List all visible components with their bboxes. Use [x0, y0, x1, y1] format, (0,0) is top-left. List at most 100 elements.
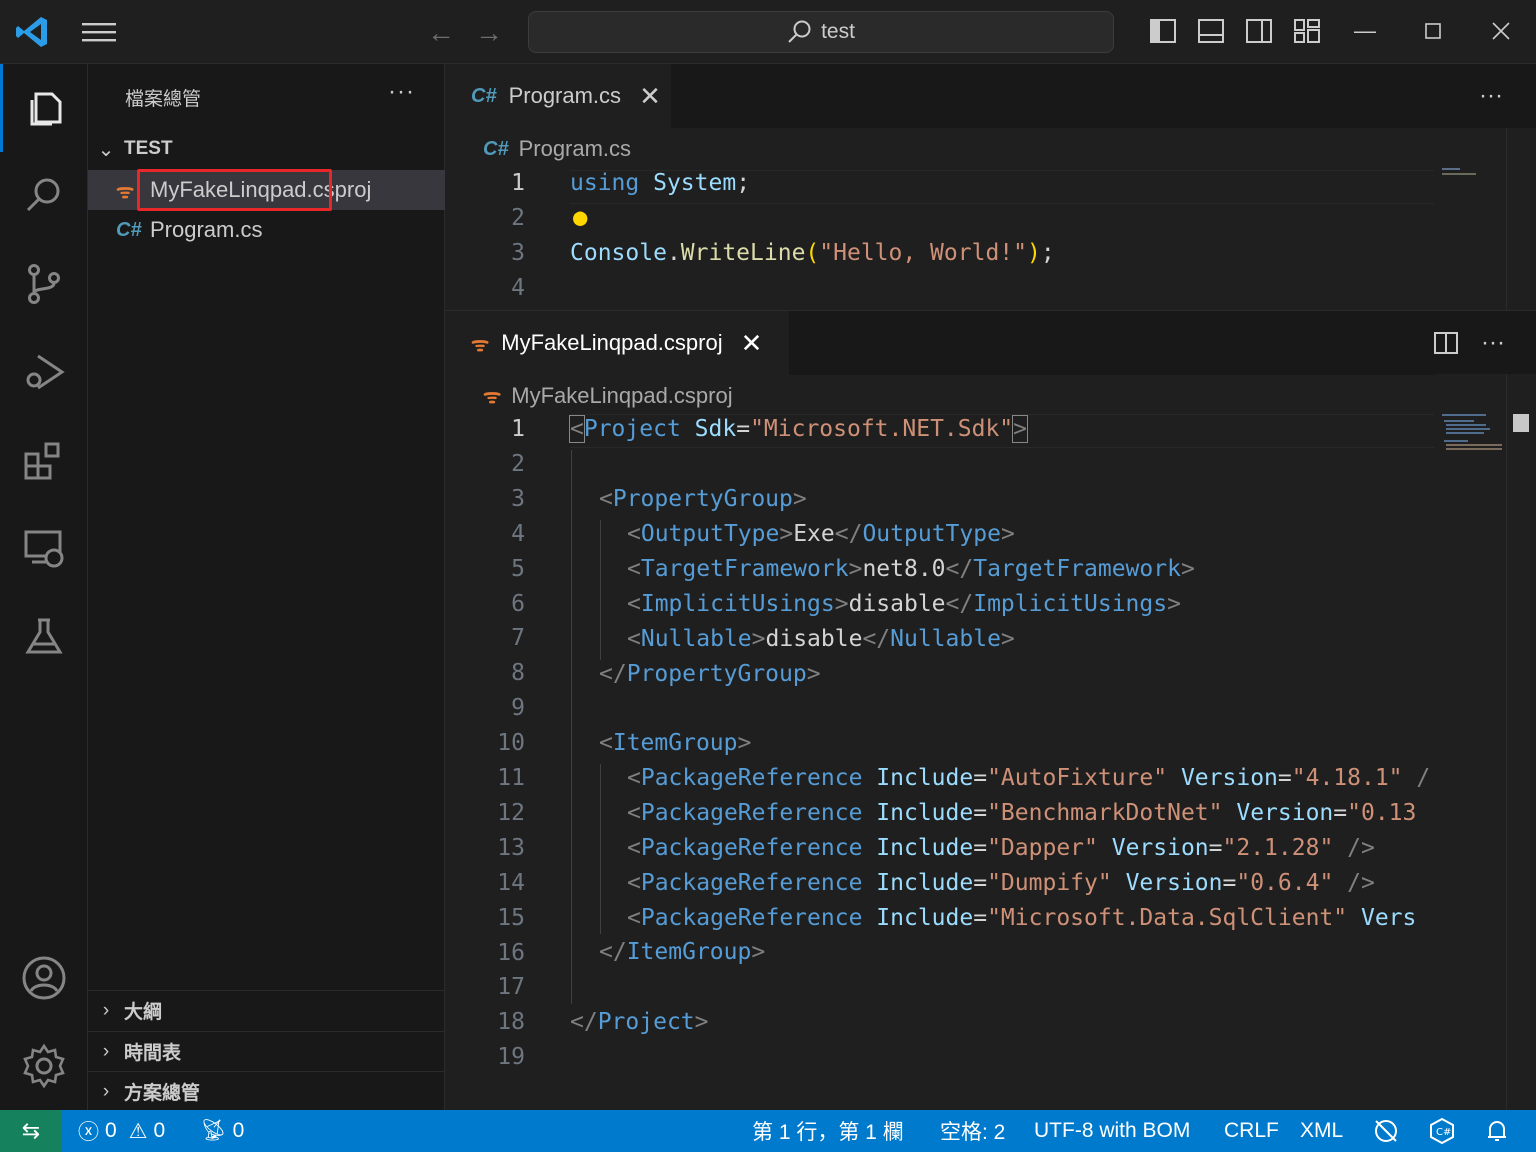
code-line: <PackageReference Include="Dapper" Versi…: [627, 835, 1375, 861]
solution-explorer-section[interactable]: › 方案總管: [88, 1071, 445, 1111]
tree-item-csproj[interactable]: ᯤ MyFakeLinqpad.csproj: [88, 170, 445, 210]
code-line: <TargetFramework>net8.0</TargetFramework…: [627, 556, 1195, 582]
minimize-icon[interactable]: —: [1350, 16, 1380, 46]
close-icon[interactable]: [1486, 16, 1516, 46]
remote-explorer-icon[interactable]: [0, 504, 88, 592]
code-line: <Nullable>disable</Nullable>: [627, 626, 1015, 652]
code-line: <Project Sdk="Microsoft.NET.Sdk">: [569, 415, 1029, 443]
close-icon[interactable]: ✕: [741, 328, 763, 359]
folder-section-test[interactable]: ⌄ TEST: [88, 129, 445, 169]
remote-indicator-icon[interactable]: ⇆: [0, 1110, 62, 1152]
csharp-icon: C#: [471, 84, 497, 107]
line-number: 3: [511, 240, 525, 266]
ports-indicator[interactable]: 📡︎ 0: [200, 1110, 244, 1152]
maximize-icon[interactable]: [1418, 16, 1448, 46]
more-actions-icon[interactable]: ···: [1479, 82, 1503, 110]
code-editor-top[interactable]: 1 2 3 4 using System; ● Console.WriteLin…: [445, 168, 1435, 308]
tab-program-cs[interactable]: C# Program.cs ✕: [445, 64, 671, 128]
status-bar: ⇆ ⓧ 0 ⚠ 0 📡︎ 0 第 1 行，第 1 欄 空格: 2 UTF-8 w…: [0, 1110, 1536, 1152]
encoding[interactable]: UTF-8 with BOM: [1034, 1110, 1190, 1152]
line-number: 13: [497, 834, 525, 861]
end-of-line[interactable]: CRLF: [1224, 1110, 1279, 1152]
activity-bar: [0, 64, 88, 1110]
csharp-icon: C#: [116, 218, 142, 241]
more-actions-icon[interactable]: ···: [1481, 329, 1505, 357]
line-number: 14: [497, 869, 525, 896]
line-number: 17: [497, 974, 525, 1001]
sidebar-more-actions[interactable]: ···: [388, 78, 415, 106]
line-number: 9: [511, 695, 525, 722]
notifications-bell-icon[interactable]: [1484, 1110, 1510, 1152]
extensions-icon[interactable]: [0, 416, 88, 504]
search-icon[interactable]: [0, 152, 88, 240]
line-number: 11: [497, 765, 525, 791]
copilot-icon[interactable]: [1372, 1110, 1400, 1152]
chevron-right-icon: ›: [102, 1080, 110, 1102]
line-number: 2: [511, 205, 525, 231]
forward-arrow-icon[interactable]: →: [474, 18, 504, 48]
breadcrumb-top[interactable]: C# Program.cs: [483, 136, 631, 162]
tree-item-program-cs[interactable]: C# Program.cs: [88, 210, 445, 250]
rss-icon: ᯤ: [471, 333, 490, 356]
line-number: 1: [511, 416, 525, 442]
error-icon: ⓧ: [78, 1121, 99, 1144]
toggle-primary-sidebar-icon[interactable]: [1148, 16, 1178, 46]
line-number: 3: [511, 485, 525, 512]
lightbulb-icon[interactable]: ●: [573, 203, 587, 231]
code-line: <PackageReference Include="Dumpify" Vers…: [627, 870, 1375, 896]
line-number: 12: [497, 799, 525, 826]
tab-label: Program.cs: [508, 83, 622, 108]
problems-indicator[interactable]: ⓧ 0 ⚠ 0: [78, 1110, 165, 1152]
explorer-icon[interactable]: [0, 64, 88, 152]
line-number: 16: [497, 939, 525, 966]
testing-icon[interactable]: [0, 592, 88, 680]
scrollbar-bottom[interactable]: [1506, 374, 1536, 1110]
line-number: 18: [497, 1009, 525, 1036]
solution-explorer-label: 方案總管: [124, 1083, 201, 1104]
toggle-secondary-sidebar-icon[interactable]: [1244, 16, 1274, 46]
split-editor-icon[interactable]: [1433, 330, 1459, 356]
indentation[interactable]: 空格: 2: [940, 1110, 1005, 1152]
breadcrumb-bottom[interactable]: ᯤ MyFakeLinqpad.csproj: [483, 382, 733, 409]
manage-gear-icon[interactable]: [0, 1022, 88, 1110]
code-editor-bottom[interactable]: 1 2 3 4 5 6 7 8 9 10 11 12 13 14 15 16 17 18 19 <Project S…: [445, 414, 1435, 1104]
customize-layout-icon[interactable]: [1292, 16, 1322, 46]
warning-count: 0: [153, 1119, 166, 1142]
accounts-icon[interactable]: [0, 934, 88, 1022]
ports-count: 0: [232, 1119, 245, 1142]
run-debug-icon[interactable]: [0, 328, 88, 416]
code-line: <ImplicitUsings>disable</ImplicitUsings>: [627, 591, 1181, 617]
vscode-logo-icon: [16, 17, 47, 47]
cursor-position[interactable]: 第 1 行，第 1 欄: [752, 1110, 904, 1152]
code-line: <ItemGroup>: [599, 730, 752, 756]
scrollbar-top[interactable]: [1506, 128, 1536, 310]
chevron-right-icon: ›: [102, 999, 110, 1021]
outline-section[interactable]: › 大綱: [88, 990, 445, 1030]
minimap-top[interactable]: [1434, 128, 1506, 310]
command-center-search[interactable]: test: [528, 11, 1114, 53]
close-icon[interactable]: ✕: [639, 81, 661, 112]
broadcast-icon: 📡︎: [200, 1119, 227, 1142]
code-line: <PackageReference Include="Microsoft.Dat…: [627, 905, 1417, 931]
rss-icon: ᯤ: [116, 180, 135, 203]
search-text: test: [821, 20, 855, 43]
editor-tabs-top: C# Program.cs ✕ ···: [445, 64, 1536, 128]
source-control-icon[interactable]: [0, 240, 88, 328]
csharp-dev-kit-icon[interactable]: C#: [1428, 1110, 1456, 1152]
tab-csproj[interactable]: ᯤ MyFakeLinqpad.csproj ✕: [445, 311, 789, 375]
code-line: </Project>: [570, 1009, 709, 1035]
minimap-bottom[interactable]: [1434, 374, 1506, 1110]
language-mode[interactable]: XML: [1300, 1110, 1343, 1152]
toggle-panel-icon[interactable]: [1196, 16, 1226, 46]
timeline-section[interactable]: › 時間表: [88, 1031, 445, 1071]
code-line: using System;: [570, 170, 751, 196]
line-number: 6: [511, 590, 525, 617]
back-arrow-icon[interactable]: ←: [426, 18, 456, 48]
tab-label: MyFakeLinqpad.csproj: [501, 330, 723, 355]
sidebar-title: 檔案總管: [125, 89, 202, 110]
code-line: Console.WriteLine("Hello, World!");: [570, 240, 1055, 266]
file-name: MyFakeLinqpad.csproj: [150, 177, 372, 202]
hamburger-menu-icon[interactable]: [82, 20, 116, 44]
line-number: 1: [511, 170, 525, 196]
scrollbar-thumb[interactable]: [1513, 414, 1529, 432]
